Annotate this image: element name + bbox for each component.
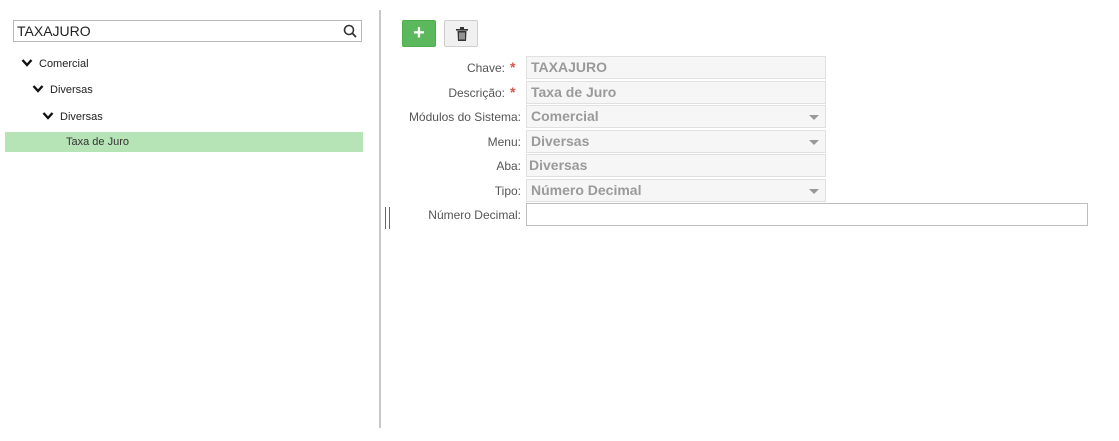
tree-node-label: Taxa de Juro [66,136,129,148]
tipo-select[interactable]: Número Decimal [526,179,826,202]
tree-node-label: Comercial [39,58,89,70]
modulos-select[interactable]: Comercial [526,105,826,128]
tree-node-label: Diversas [60,111,103,123]
tree-node-level3[interactable]: Diversas [42,107,103,127]
numero-decimal-label: Número Decimal: [428,208,521,222]
tipo-label: Tipo: [494,184,521,198]
dropdown-arrow-icon[interactable] [809,140,819,145]
tree-node-leaf-selected[interactable]: Taxa de Juro [5,132,363,152]
chave-label: Chave: [466,61,505,75]
tree-node-level2[interactable]: Diversas [32,80,93,100]
modulos-label: Módulos do Sistema: [408,110,521,124]
descricao-field[interactable]: Taxa de Juro [526,81,826,104]
dropdown-arrow-icon[interactable] [809,115,819,120]
chevron-down-icon[interactable] [32,84,44,94]
search-icon[interactable] [343,24,357,38]
search-box[interactable] [13,20,362,42]
descricao-label: Descrição: [448,86,505,100]
add-button[interactable]: + [402,20,436,47]
tree-node-label: Diversas [50,84,93,96]
tree-node-level1[interactable]: Comercial [21,54,89,74]
dropdown-arrow-icon[interactable] [809,189,819,194]
required-mark: * [510,59,516,75]
menu-select[interactable]: Diversas [526,130,826,153]
chevron-down-icon[interactable] [42,111,54,121]
search-input[interactable] [17,23,337,39]
required-mark: * [510,84,516,100]
chave-field[interactable]: TAXAJURO [526,56,826,79]
chevron-down-icon[interactable] [21,58,33,68]
trash-icon [456,27,468,41]
modulos-select-value: Comercial [531,108,599,124]
aba-field[interactable]: Diversas [526,154,826,177]
numero-decimal-field[interactable] [526,203,1088,226]
aba-label: Aba: [496,159,521,173]
menu-select-value: Diversas [531,133,590,149]
tipo-select-value: Número Decimal [531,182,642,198]
menu-label: Menu: [487,135,521,149]
numero-decimal-input[interactable] [527,204,1087,225]
delete-button[interactable] [444,20,478,47]
